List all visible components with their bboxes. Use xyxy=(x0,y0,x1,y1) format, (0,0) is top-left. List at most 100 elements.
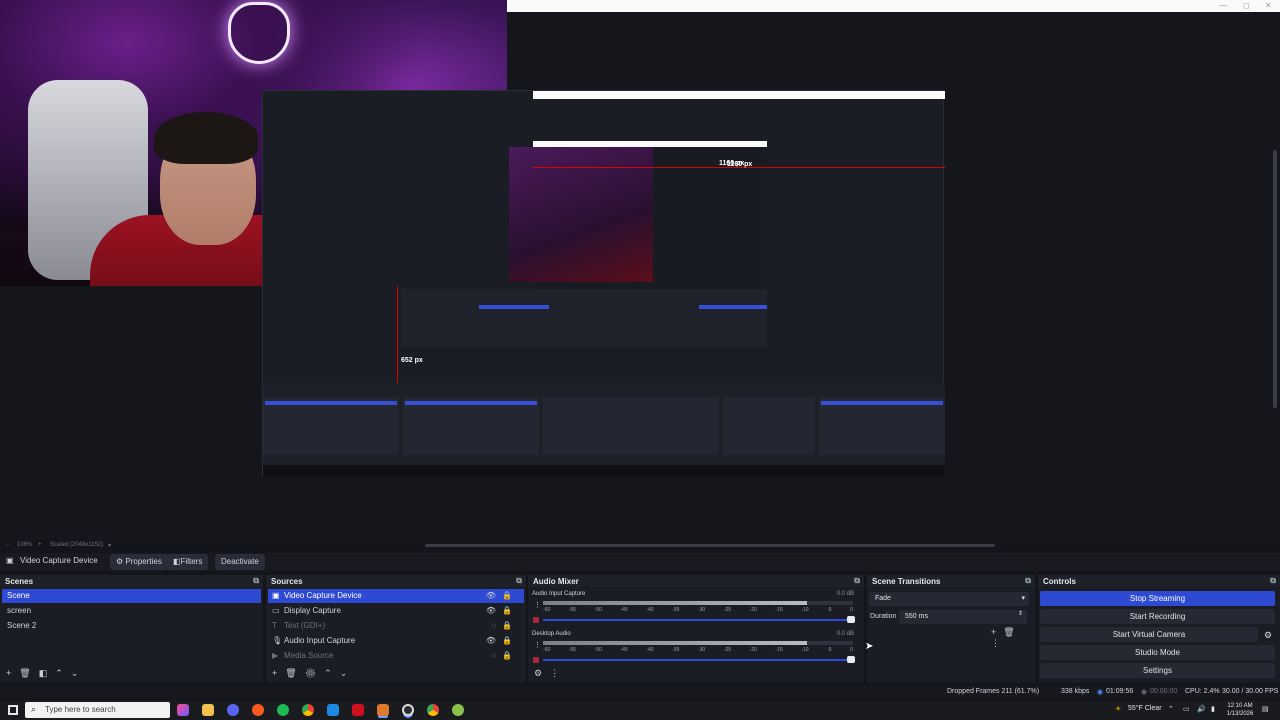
gear-icon[interactable]: ⚙ xyxy=(305,668,324,678)
windows-start-icon[interactable] xyxy=(8,705,18,715)
deactivate-button[interactable]: Deactivate xyxy=(215,554,265,570)
store-icon[interactable] xyxy=(327,704,339,716)
source-item-media[interactable]: ▶ Media Source ◌🔒 xyxy=(268,649,524,663)
chevron-down-icon[interactable]: ⌄ xyxy=(340,668,356,678)
volume-meter xyxy=(543,601,853,605)
clock-date: 1/13/2026 xyxy=(1226,711,1254,717)
text-icon: T xyxy=(272,621,277,630)
taskbar-search[interactable]: ⌕ Type here to search xyxy=(25,702,170,718)
brave-icon[interactable] xyxy=(252,704,264,716)
battery-icon[interactable]: ▮ xyxy=(1211,705,1215,713)
dock-options-icon[interactable]: ⧉ xyxy=(1025,576,1031,586)
stepper-icon[interactable]: ⇕ xyxy=(1018,610,1023,617)
preview-horizontal-scrollbar[interactable] xyxy=(425,544,995,547)
filters-button[interactable]: ◧Filters xyxy=(167,554,209,570)
duration-value: 550 ms xyxy=(905,613,928,620)
dock-options-icon[interactable]: ⧉ xyxy=(253,576,259,586)
slider-handle[interactable] xyxy=(847,656,855,663)
mute-icon[interactable] xyxy=(533,657,539,663)
chevron-up-icon[interactable]: ⌃ xyxy=(55,668,71,678)
preview-canvas[interactable]: — ◻ ✕ 1160 px 652 px 1160 px xyxy=(0,0,1280,540)
more-options-icon[interactable]: ⋮ xyxy=(534,601,541,609)
steam-icon[interactable] xyxy=(377,704,389,716)
mute-icon[interactable] xyxy=(533,617,539,623)
dock-options-icon[interactable]: ⧉ xyxy=(1270,576,1276,586)
discord-icon[interactable] xyxy=(227,704,239,716)
lock-icon[interactable]: 🔒 xyxy=(502,621,518,630)
filter-icon[interactable]: ◧ xyxy=(39,668,56,678)
meter-tick-label: -20 xyxy=(749,607,757,613)
eye-hidden-icon[interactable]: ◌ xyxy=(491,651,502,660)
zoom-in-icon[interactable]: + xyxy=(38,542,42,548)
properties-button[interactable]: ⚙ Properties xyxy=(110,554,168,570)
lock-icon[interactable]: 🔒 xyxy=(502,591,518,600)
add-icon[interactable]: + xyxy=(6,668,19,678)
start-recording-button[interactable]: Start Recording xyxy=(1040,609,1275,624)
chevron-up-icon[interactable]: ⌃ xyxy=(324,668,340,678)
settings-button[interactable]: Settings xyxy=(1040,663,1275,678)
meter-level xyxy=(543,601,807,605)
scene-item[interactable]: Scene 2 xyxy=(2,619,261,633)
duration-input[interactable]: 550 ms ⇕ xyxy=(899,610,1027,624)
slider-handle[interactable] xyxy=(847,616,855,623)
mixer-channel-db: 0.0 dB xyxy=(836,631,854,637)
stop-streaming-button[interactable]: Stop Streaming xyxy=(1040,591,1275,606)
transition-select[interactable]: Fade ▾ xyxy=(869,592,1029,606)
more-options-icon[interactable]: ⋮ xyxy=(534,641,541,649)
gear-icon[interactable]: ⚙ xyxy=(1264,630,1272,641)
scene-item[interactable]: screen xyxy=(2,604,261,618)
spotify-icon[interactable] xyxy=(277,704,289,716)
start-virtual-camera-button[interactable]: Start Virtual Camera xyxy=(1040,627,1258,642)
app-icon[interactable] xyxy=(452,704,464,716)
studio-mode-button[interactable]: Studio Mode xyxy=(1040,645,1275,660)
nested-source-selected xyxy=(405,401,537,405)
weather-text[interactable]: 55°F Clear xyxy=(1128,705,1162,712)
lock-icon[interactable]: 🔒 xyxy=(502,606,518,615)
network-icon[interactable]: ▭ xyxy=(1183,705,1190,713)
more-options-icon[interactable]: ⋮ xyxy=(991,638,1007,648)
scenes-title: Scenes ⧉ xyxy=(0,575,263,587)
source-item-display-capture[interactable]: ▭ Display Capture 👁🔒 xyxy=(268,604,524,618)
eye-icon[interactable]: 👁 xyxy=(486,591,502,600)
file-explorer-icon[interactable] xyxy=(202,704,214,716)
tray-chevron-icon[interactable]: ⌃ xyxy=(1168,705,1174,713)
lock-icon[interactable]: 🔒 xyxy=(502,651,518,660)
scene-item[interactable]: Scene xyxy=(2,589,261,603)
clock[interactable]: 12:10 AM 1/13/2026 xyxy=(1222,702,1258,718)
eye-icon[interactable]: 👁 xyxy=(486,606,502,615)
trash-icon[interactable]: 🗑 xyxy=(285,668,304,678)
adobe-icon[interactable] xyxy=(352,704,364,716)
more-options-icon[interactable]: ⋮ xyxy=(550,668,567,678)
trash-icon[interactable]: 🗑 xyxy=(1003,627,1021,637)
trash-icon[interactable]: 🗑 xyxy=(19,668,38,678)
eye-icon[interactable]: 👁 xyxy=(486,636,502,645)
lock-icon[interactable]: 🔒 xyxy=(502,636,518,645)
notification-icon[interactable]: ▤ xyxy=(1262,705,1269,713)
chrome-icon[interactable] xyxy=(302,704,314,716)
volume-icon[interactable]: 🔊 xyxy=(1197,705,1206,713)
chrome-icon[interactable] xyxy=(427,704,439,716)
copilot-icon[interactable] xyxy=(177,704,189,716)
add-icon[interactable]: + xyxy=(991,627,1003,637)
scale-mode[interactable]: Scaled (2048x1152) xyxy=(50,542,103,548)
mixer-settings-icon[interactable]: ⚙ xyxy=(534,668,550,678)
dock-options-icon[interactable]: ⧉ xyxy=(516,576,522,586)
volume-slider[interactable] xyxy=(543,656,855,663)
nested-inner-capture: 1160 px xyxy=(401,141,767,347)
gear-icon: ⚙ xyxy=(116,557,126,566)
chevron-down-icon[interactable]: ▾ xyxy=(108,542,111,549)
volume-slider[interactable] xyxy=(543,616,855,623)
nested-scenes xyxy=(263,397,399,455)
chevron-down-icon[interactable]: ⌄ xyxy=(71,668,87,678)
meter-tick-label: -30 xyxy=(697,607,706,613)
add-icon[interactable]: + xyxy=(272,668,285,678)
source-item-audio-input[interactable]: 🎙 Audio Input Capture 👁🔒 xyxy=(268,634,524,648)
dock-options-icon[interactable]: ⧉ xyxy=(854,576,860,586)
source-item-video-capture[interactable]: ▣ Video Capture Device 👁🔒 xyxy=(268,589,524,603)
source-item-text[interactable]: T Text (GDI+) ◌🔒 xyxy=(268,619,524,633)
zoom-out-icon[interactable]: − xyxy=(6,542,10,548)
preview-vertical-scrollbar[interactable] xyxy=(1273,150,1277,408)
eye-hidden-icon[interactable]: ◌ xyxy=(491,621,502,630)
chevron-down-icon: ▾ xyxy=(1021,595,1025,602)
obs-icon[interactable] xyxy=(402,704,414,716)
